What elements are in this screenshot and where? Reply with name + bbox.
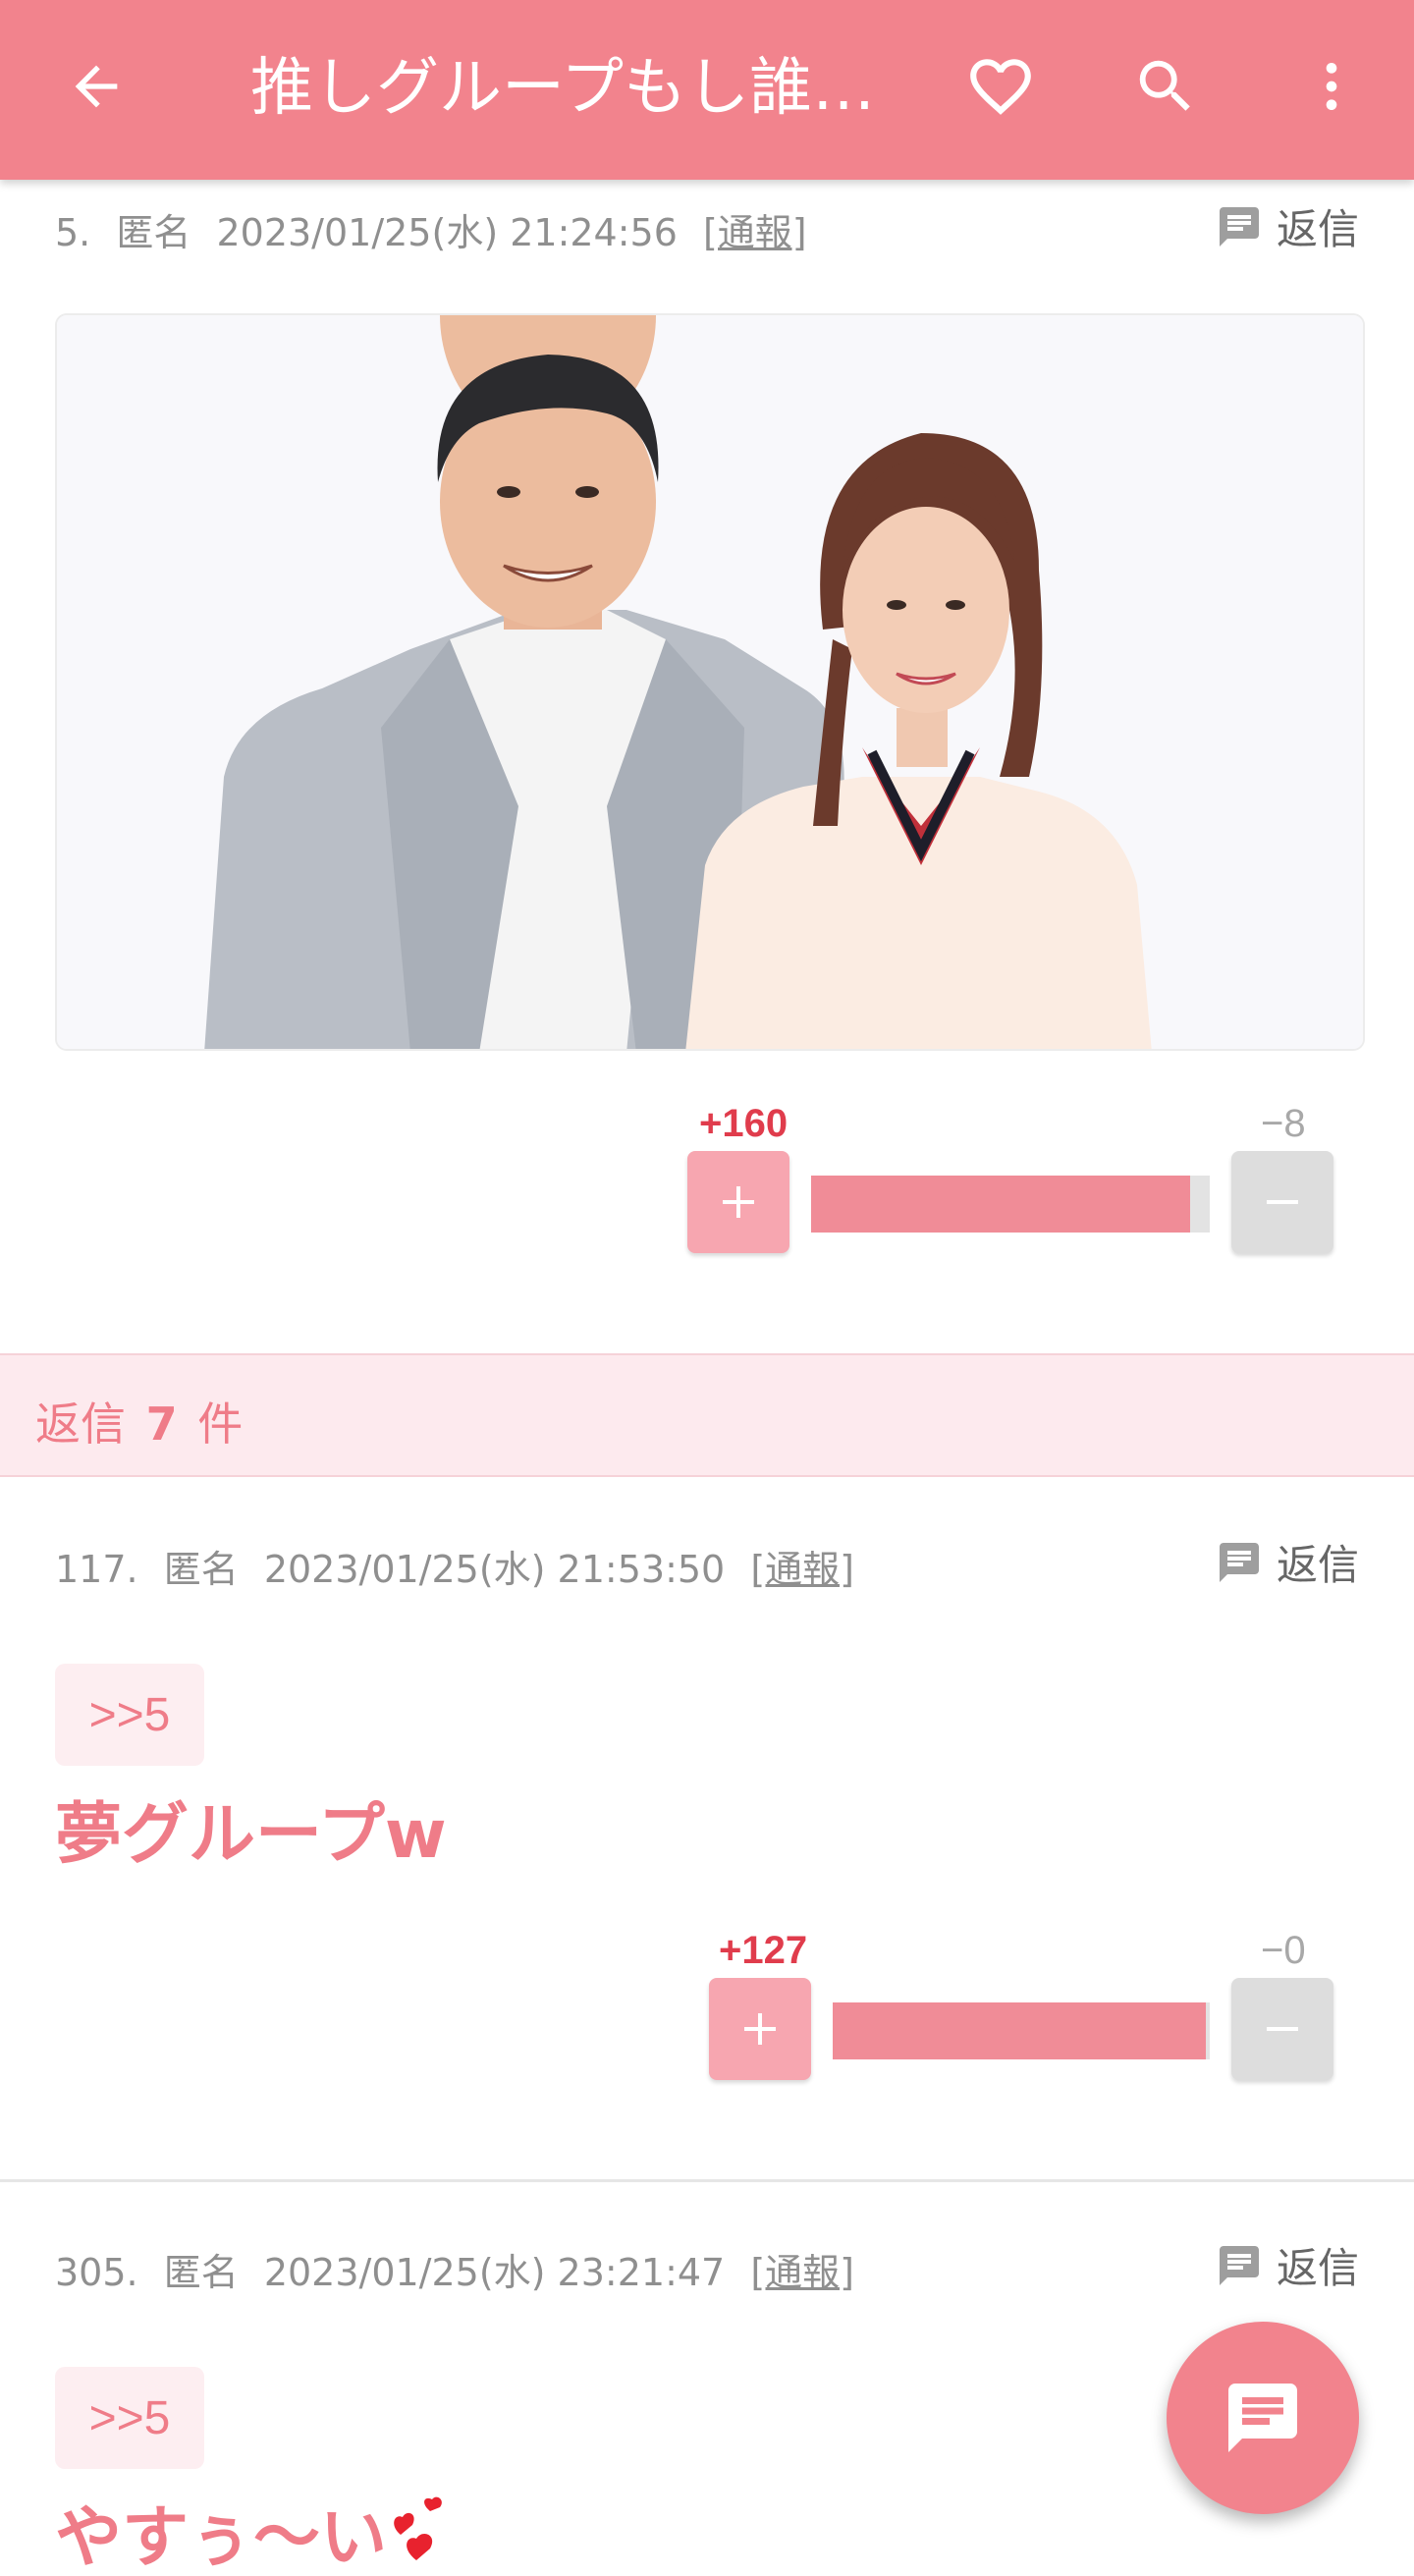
comment-number: 5. [55,211,91,254]
comment-icon [1219,1542,1259,1582]
reply-button[interactable]: 返信 [1216,196,1359,256]
comment-meta: 5. 匿名 2023/01/25(水) 21:24:56 [通報] [55,202,807,256]
vote-ratio-bar [833,2002,1210,2059]
minus-count: −0 [1261,1929,1306,1972]
comment-body: 夢グループw [55,1796,447,1874]
plus-icon [723,1186,754,1218]
reply-label: 返信 [1276,205,1359,253]
anchor-link[interactable]: >>5 [55,1664,204,1766]
comment-icon [1219,206,1259,247]
page-title: 推しグループもし誰… [250,52,876,125]
report-link[interactable]: [通報] [750,1548,854,1591]
back-button[interactable] [47,37,145,136]
comment-author: 匿名 [116,211,191,254]
reply-button[interactable]: 返信 [1216,1532,1359,1592]
plus-vote-button[interactable] [687,1151,789,1253]
plus-count: +127 [719,1929,808,1972]
report-link[interactable]: [通報] [703,211,807,254]
comment-datetime: 2023/01/25(水) 21:53:50 [263,1548,726,1591]
comment-datetime: 2023/01/25(水) 23:21:47 [263,2251,726,2294]
report-link[interactable]: [通報] [750,2251,854,2294]
comment-number: 305. [55,2251,138,2294]
comment-author: 匿名 [163,2251,239,2294]
reply-label: 返信 [1276,2244,1359,2292]
minus-icon [1267,2027,1298,2031]
comment-icon [1219,2245,1259,2285]
vote-ratio-bar [811,1176,1210,1233]
comment-author: 匿名 [163,1548,239,1591]
replies-suffix: 件 [197,1398,244,1451]
replies-count: 7 [145,1398,178,1451]
photo-illustration [57,315,1363,1049]
reply-button[interactable]: 返信 [1216,2235,1359,2295]
minus-count: −8 [1261,1102,1306,1145]
comment-body-text: やすぅ〜い [55,2499,387,2576]
replies-header: 返信 7 件 [0,1353,1414,1477]
vote-ratio-fill [833,2002,1207,2059]
plus-icon [744,2013,776,2045]
arrow-left-icon [75,65,118,108]
favorite-button[interactable] [952,37,1050,136]
minus-vote-button[interactable] [1231,1978,1333,2080]
plus-count: +160 [699,1102,789,1145]
plus-vote-button[interactable] [709,1978,811,2080]
vote-row: +127 −0 [0,1929,1414,2080]
replies-count-label: 返信 7 件 [35,1389,243,1453]
comment-meta: 117. 匿名 2023/01/25(水) 21:53:50 [通報] [55,1539,854,1593]
search-icon [1139,60,1190,111]
hearts-emoji-icon [394,2496,442,2560]
more-vertical-icon [1326,63,1337,110]
vote-ratio-fill [811,1176,1190,1233]
overflow-menu-button[interactable] [1282,37,1381,136]
heart-outline-icon [970,59,1031,115]
comment-datetime: 2023/01/25(水) 21:24:56 [216,211,678,254]
reply-label: 返信 [1276,1541,1359,1589]
app-bar: 推しグループもし誰… [0,0,1414,180]
search-button[interactable] [1116,37,1215,136]
vote-row: +160 −8 [0,1102,1414,1253]
comment-body: やすぅ〜い [55,2483,469,2576]
comment-photo[interactable] [55,313,1365,1051]
minus-vote-button[interactable] [1231,1151,1333,1253]
new-comment-fab[interactable] [1167,2322,1359,2514]
comment-icon [1228,2384,1297,2452]
comment-number: 117. [55,1548,138,1591]
comment-divider [0,2179,1414,2182]
anchor-link[interactable]: >>5 [55,2367,204,2469]
replies-prefix: 返信 [35,1398,126,1451]
minus-icon [1267,1200,1298,1204]
comment-meta: 305. 匿名 2023/01/25(水) 23:21:47 [通報] [55,2242,854,2296]
